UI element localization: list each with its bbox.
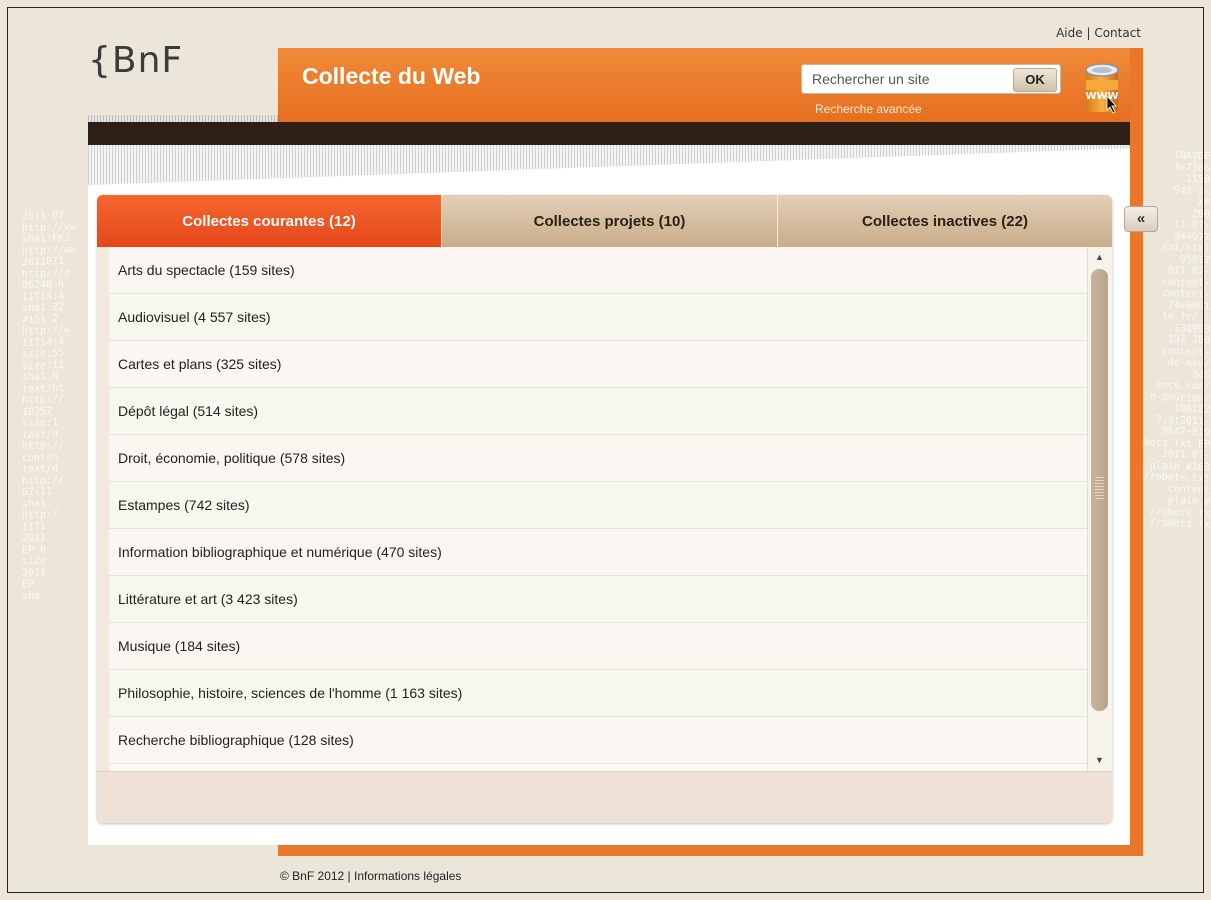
scrollbar-thumb[interactable] xyxy=(1091,269,1108,711)
list-item[interactable]: Audiovisuel (4 557 sites) xyxy=(109,294,1087,341)
tab-bar: Collectes courantes (12) Collectes proje… xyxy=(97,195,1112,247)
list-item[interactable]: Droit, économie, politique (578 sites) xyxy=(109,435,1087,482)
search-box: OK xyxy=(801,64,1061,94)
www-icon-label: WWW xyxy=(1085,91,1118,102)
list-item[interactable]: Dépôt légal (514 sites) xyxy=(109,388,1087,435)
page-title: Collecte du Web xyxy=(302,63,481,89)
dark-bar xyxy=(88,122,1130,145)
top-links-separator: | xyxy=(1082,26,1095,40)
list-item[interactable]: Musique (184 sites) xyxy=(109,623,1087,670)
help-link[interactable]: Aide xyxy=(1056,26,1083,40)
collections-tab-panel: Collectes courantes (12) Collectes proje… xyxy=(97,195,1112,823)
contact-link[interactable]: Contact xyxy=(1094,26,1141,40)
list-item[interactable]: Arts du spectacle (159 sites) xyxy=(109,247,1087,294)
panel-footer-band xyxy=(97,771,1112,823)
bnf-logo[interactable]: {BnF xyxy=(88,40,183,81)
search-ok-button[interactable]: OK xyxy=(1013,68,1057,92)
list-item[interactable]: Information bibliographique et numérique… xyxy=(109,529,1087,576)
top-links: Aide | Contact xyxy=(1056,26,1141,40)
legal-info-link[interactable]: Informations légales xyxy=(354,869,461,883)
tab-collectes-courantes[interactable]: Collectes courantes (12) xyxy=(97,195,441,247)
list-scrollbar[interactable]: ▲ ▼ xyxy=(1087,247,1112,771)
tab-collectes-projets[interactable]: Collectes projets (10) xyxy=(441,195,777,247)
collections-list: Arts du spectacle (159 sites) Audiovisue… xyxy=(109,247,1087,771)
page-footer: © BnF 2012 | Informations légales xyxy=(280,869,461,883)
copyright-text: © BnF 2012 xyxy=(280,869,345,883)
list-item[interactable]: Philosophie, histoire, sciences de l'hom… xyxy=(109,670,1087,717)
scroll-down-arrow-icon[interactable]: ▼ xyxy=(1091,752,1108,769)
search-input[interactable] xyxy=(812,65,1002,93)
list-item[interactable]: Cartes et plans (325 sites) xyxy=(109,341,1087,388)
scroll-up-arrow-icon[interactable]: ▲ xyxy=(1091,249,1108,266)
list-item[interactable]: Estampes (742 sites) xyxy=(109,482,1087,529)
background-text-left: 2011-07- http://ww sha1:FK3 http://ww 20… xyxy=(22,209,77,602)
tab-collectes-inactives[interactable]: Collectes inactives (22) xyxy=(777,195,1112,247)
advanced-search-link[interactable]: Recherche avancée xyxy=(815,102,922,116)
footer-separator: | xyxy=(344,869,355,883)
collapse-panel-button[interactable]: « xyxy=(1124,206,1158,232)
list-item[interactable]: Recherche bibliographique (128 sites) xyxy=(109,717,1087,764)
scrollbar-grip-icon xyxy=(1095,477,1104,499)
www-can-icon[interactable]: WWW xyxy=(1083,60,1121,116)
list-item[interactable]: Littérature et art (3 423 sites) xyxy=(109,576,1087,623)
